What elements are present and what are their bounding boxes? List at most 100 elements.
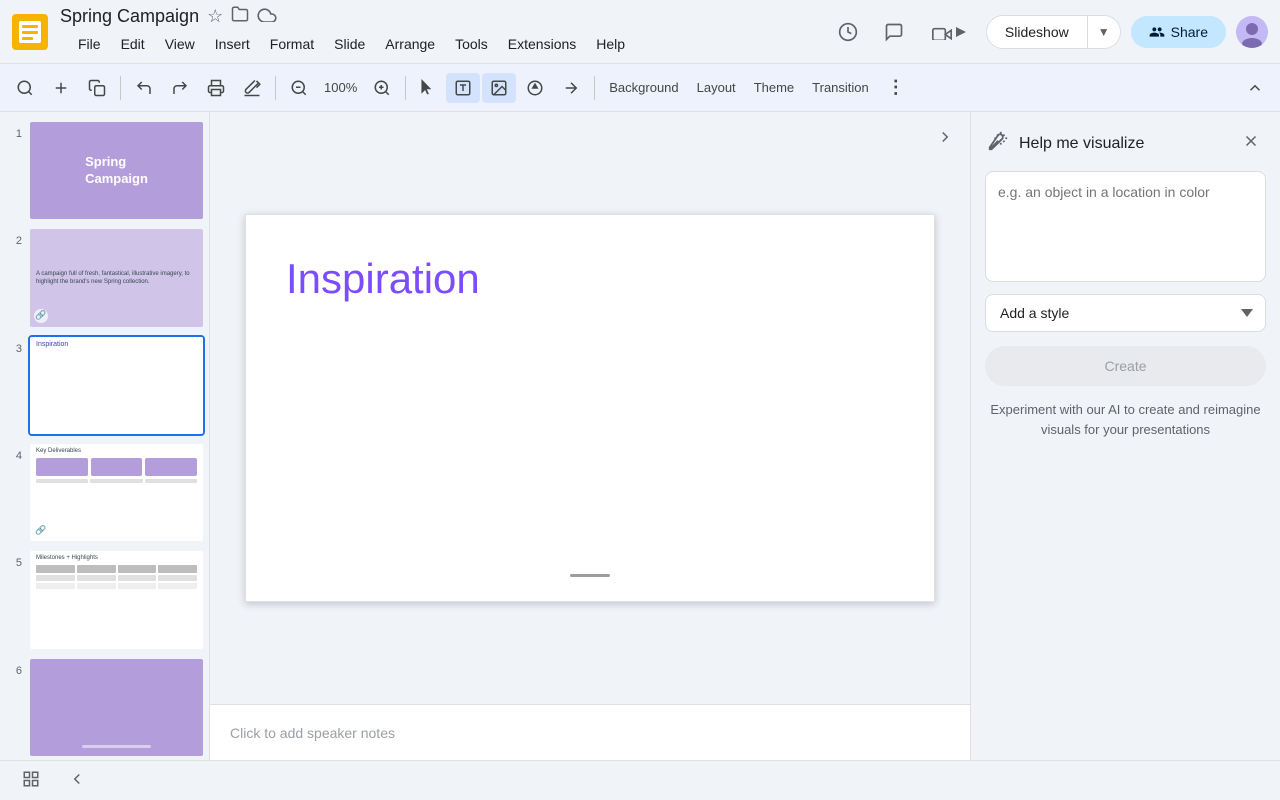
zoom-value: 100% <box>318 76 363 99</box>
background-button[interactable]: Background <box>601 74 686 101</box>
toolbar-divider-4 <box>594 76 595 100</box>
undo-button[interactable] <box>127 73 161 103</box>
slide-item-6[interactable]: 6 <box>4 657 205 758</box>
slide4-title: Key Deliverables <box>36 448 197 454</box>
slide-badge-2: 🔗 <box>34 309 48 323</box>
close-panel-button[interactable] <box>1238 128 1264 159</box>
menu-extensions[interactable]: Extensions <box>498 30 586 58</box>
slideshow-dropdown-button[interactable]: ▼ <box>1087 16 1120 48</box>
menu-insert[interactable]: Insert <box>205 30 260 58</box>
image-tool[interactable] <box>482 73 516 103</box>
layout-button[interactable]: Layout <box>689 74 744 101</box>
slide-item-1[interactable]: 1 SpringCampaign <box>4 120 205 221</box>
layout-label: Layout <box>697 80 736 95</box>
zoom-out-button[interactable] <box>282 73 316 103</box>
slide2-text: A campaign full of fresh, fantastical, i… <box>30 264 203 293</box>
slideshow-button-group: Slideshow ▼ <box>986 15 1121 49</box>
theme-button[interactable]: Theme <box>746 74 802 101</box>
toolbar-divider-1 <box>120 76 121 100</box>
slide-number-2: 2 <box>4 227 22 247</box>
slide-thumb-1[interactable]: SpringCampaign <box>28 120 205 221</box>
slide-item-3[interactable]: 3 Inspiration <box>4 335 205 436</box>
camera-button[interactable] <box>922 18 976 46</box>
folder-icon[interactable] <box>231 5 249 28</box>
slide3-label: Inspiration <box>36 341 68 348</box>
top-right-actions: Slideshow ▼ Share <box>830 14 1268 50</box>
textbox-tool[interactable] <box>446 73 480 103</box>
collapse-panel-button[interactable] <box>932 124 958 155</box>
slide-item-2[interactable]: 2 A campaign full of fresh, fantastical,… <box>4 227 205 328</box>
app-icon[interactable] <box>12 14 48 50</box>
more-toolbar-button[interactable]: ⋮ <box>879 71 913 104</box>
slide5-title: Milestones + Highlights <box>36 555 197 561</box>
help-visualize-title: Help me visualize <box>1019 135 1228 153</box>
menu-help[interactable]: Help <box>586 30 635 58</box>
collapse-toolbar-button[interactable] <box>1238 73 1272 103</box>
title-area: Spring Campaign ☆ File Edit View Insert … <box>60 5 635 58</box>
create-button[interactable]: Create <box>985 346 1266 386</box>
slide-thumb-3[interactable]: Inspiration <box>28 335 205 436</box>
add-button[interactable] <box>44 73 78 103</box>
prompt-input-container[interactable] <box>985 171 1266 282</box>
menu-tools[interactable]: Tools <box>445 30 498 58</box>
menu-edit[interactable]: Edit <box>111 30 155 58</box>
print-button[interactable] <box>199 73 233 103</box>
scroll-indicator <box>570 574 610 577</box>
slide-number-1: 1 <box>4 120 22 140</box>
slide-canvas[interactable]: Inspiration <box>245 214 935 602</box>
top-bar: Spring Campaign ☆ File Edit View Insert … <box>0 0 1280 64</box>
duplicate-button[interactable] <box>80 73 114 103</box>
prompt-input[interactable] <box>998 184 1253 264</box>
history-button[interactable] <box>830 14 866 50</box>
slide1-text: SpringCampaign <box>75 144 158 198</box>
speaker-notes-area[interactable]: Click to add speaker notes <box>210 704 970 760</box>
slideshow-button[interactable]: Slideshow <box>987 16 1087 48</box>
share-button[interactable]: Share <box>1131 16 1226 48</box>
slide-item-5[interactable]: 5 Milestones + Highlights <box>4 549 205 650</box>
zoom-in-button[interactable] <box>365 73 399 103</box>
collapse-sidebar-button[interactable] <box>62 764 92 797</box>
style-select[interactable]: Add a stylePhotorealisticIllustrationAbs… <box>985 294 1266 332</box>
background-label: Background <box>609 80 678 95</box>
toolbar-divider-2 <box>275 76 276 100</box>
star-icon[interactable]: ☆ <box>207 6 223 27</box>
slide-thumb-4[interactable]: Key Deliverables 🔗 <box>28 442 205 543</box>
right-panel: Help me visualize Add a stylePhotorealis… <box>970 112 1280 760</box>
select-tool[interactable] <box>412 73 444 103</box>
slide-thumb-2[interactable]: A campaign full of fresh, fantastical, i… <box>28 227 205 328</box>
slide4-content: Key Deliverables <box>30 444 203 487</box>
menu-slide[interactable]: Slide <box>324 30 375 58</box>
search-button[interactable] <box>8 73 42 103</box>
comments-button[interactable] <box>876 14 912 50</box>
menu-bar: File Edit View Insert Format Slide Arran… <box>68 30 635 58</box>
canvas-top: Inspiration <box>210 112 970 704</box>
slide4-box-3 <box>145 458 197 476</box>
toolbar-divider-3 <box>405 76 406 100</box>
slides-panel: 1 SpringCampaign 2 A campaign full of fr… <box>0 112 210 760</box>
share-label: Share <box>1171 24 1208 40</box>
transition-button[interactable]: Transition <box>804 74 877 101</box>
menu-arrange[interactable]: Arrange <box>375 30 445 58</box>
document-title[interactable]: Spring Campaign <box>60 6 199 28</box>
theme-label: Theme <box>754 80 794 95</box>
slide-thumb-5[interactable]: Milestones + Highlights <box>28 549 205 650</box>
slide4-box-2 <box>91 458 143 476</box>
menu-view[interactable]: View <box>155 30 205 58</box>
cloud-icon[interactable] <box>257 6 277 27</box>
shape-tool[interactable] <box>518 73 552 103</box>
insert-lines-button[interactable] <box>554 73 588 103</box>
slide-item-4[interactable]: 4 Key Deliverables <box>4 442 205 543</box>
slide-number-6: 6 <box>4 657 22 677</box>
grid-view-button[interactable] <box>16 764 46 797</box>
speaker-notes-placeholder: Click to add speaker notes <box>230 725 395 741</box>
menu-format[interactable]: Format <box>260 30 324 58</box>
slide-badge-4: 🔗 <box>34 523 48 537</box>
user-avatar[interactable] <box>1236 16 1268 48</box>
menu-file[interactable]: File <box>68 30 111 58</box>
slide-thumb-6[interactable] <box>28 657 205 758</box>
redo-button[interactable] <box>163 73 197 103</box>
paint-format-button[interactable] <box>235 73 269 103</box>
ai-wand-icon <box>987 130 1009 158</box>
transition-label: Transition <box>812 80 869 95</box>
toolbar: 100% Background Layout Theme Transition … <box>0 64 1280 112</box>
